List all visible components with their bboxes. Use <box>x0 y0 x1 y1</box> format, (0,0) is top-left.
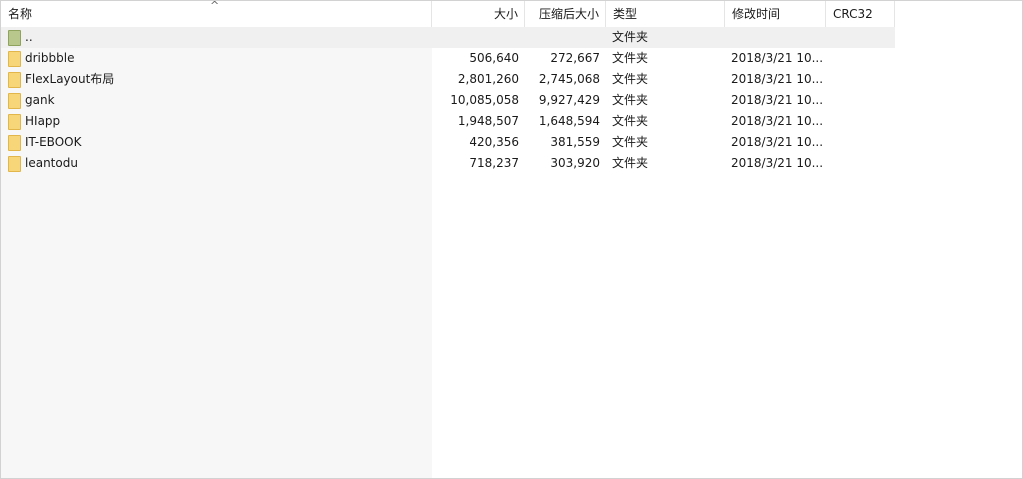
row-modified: 2018/3/21 10... <box>731 93 824 107</box>
row-name-cell: gank <box>1 90 432 111</box>
row-crc32 <box>826 111 895 132</box>
row-name-cell: FlexLayout布局 <box>1 69 432 90</box>
row-type: 文件夹 <box>612 156 649 170</box>
table-row[interactable]: dribbble 506,640 272,667 文件夹 2018/3/21 1… <box>1 48 895 69</box>
row-modified: 2018/3/21 10... <box>731 135 824 149</box>
row-size: 1,948,507 <box>457 114 519 128</box>
sort-ascending-icon: ^ <box>210 1 220 12</box>
row-name-cell: leantodu <box>1 153 432 174</box>
row-packed-size: 1,648,594 <box>538 114 600 128</box>
column-header-size[interactable]: 大小 <box>432 1 525 27</box>
table-row[interactable]: HIapp 1,948,507 1,648,594 文件夹 2018/3/21 … <box>1 111 895 132</box>
row-type: 文件夹 <box>612 30 649 44</box>
row-modified: 2018/3/21 10... <box>731 51 824 65</box>
column-header-type[interactable]: 类型 <box>606 1 725 27</box>
row-type: 文件夹 <box>612 93 649 107</box>
folder-icon <box>8 50 21 67</box>
file-list-panel: 名称 ^ 大小 压缩后大小 类型 修改时间 CRC32 .. 文件夹 dribb… <box>0 0 1023 479</box>
row-packed-size: 303,920 <box>550 156 600 170</box>
parent-folder-icon <box>8 29 21 46</box>
folder-icon <box>8 134 21 151</box>
row-modified <box>725 27 826 48</box>
column-header-packed-size[interactable]: 压缩后大小 <box>525 1 606 27</box>
row-crc32 <box>826 132 895 153</box>
file-list: .. 文件夹 dribbble 506,640 272,667 文件夹 2018… <box>1 27 895 174</box>
row-name: .. <box>25 30 33 44</box>
row-packed-size <box>525 27 606 48</box>
row-size <box>432 27 525 48</box>
row-size: 718,237 <box>469 156 519 170</box>
row-packed-size: 381,559 <box>550 135 600 149</box>
row-crc32 <box>826 69 895 90</box>
row-name: FlexLayout布局 <box>25 72 115 86</box>
row-name: IT-EBOOK <box>25 135 82 149</box>
row-crc32 <box>826 90 895 111</box>
folder-icon <box>8 155 21 172</box>
column-header-name-label: 名称 <box>8 7 33 21</box>
row-modified: 2018/3/21 10... <box>731 114 824 128</box>
row-name-cell: .. <box>1 27 432 48</box>
folder-icon <box>8 71 21 88</box>
row-size: 2,801,260 <box>457 72 519 86</box>
row-packed-size: 9,927,429 <box>538 93 600 107</box>
row-name-cell: IT-EBOOK <box>1 132 432 153</box>
row-name: gank <box>25 93 55 107</box>
column-header-modified[interactable]: 修改时间 <box>725 1 826 27</box>
table-row[interactable]: IT-EBOOK 420,356 381,559 文件夹 2018/3/21 1… <box>1 132 895 153</box>
row-crc32 <box>826 153 895 174</box>
row-name: HIapp <box>25 114 61 128</box>
column-header-bar: 名称 ^ 大小 压缩后大小 类型 修改时间 CRC32 <box>1 1 895 27</box>
folder-icon <box>8 92 21 109</box>
row-modified: 2018/3/21 10... <box>731 72 824 86</box>
row-packed-size: 2,745,068 <box>538 72 600 86</box>
row-name-cell: HIapp <box>1 111 432 132</box>
folder-icon <box>8 113 21 130</box>
row-name: dribbble <box>25 51 75 65</box>
row-crc32 <box>826 48 895 69</box>
parent-directory-row[interactable]: .. 文件夹 <box>1 27 895 48</box>
row-modified: 2018/3/21 10... <box>731 156 824 170</box>
table-row[interactable]: FlexLayout布局 2,801,260 2,745,068 文件夹 201… <box>1 69 895 90</box>
row-crc32 <box>826 27 895 48</box>
table-row[interactable]: leantodu 718,237 303,920 文件夹 2018/3/21 1… <box>1 153 895 174</box>
row-type: 文件夹 <box>612 51 649 65</box>
row-name-cell: dribbble <box>1 48 432 69</box>
row-type: 文件夹 <box>612 114 649 128</box>
table-row[interactable]: gank 10,085,058 9,927,429 文件夹 2018/3/21 … <box>1 90 895 111</box>
row-type: 文件夹 <box>612 135 649 149</box>
row-packed-size: 272,667 <box>550 51 600 65</box>
column-header-crc32[interactable]: CRC32 <box>826 1 895 27</box>
row-name: leantodu <box>25 156 78 170</box>
column-header-name[interactable]: 名称 ^ <box>1 1 432 27</box>
row-size: 506,640 <box>469 51 519 65</box>
row-size: 10,085,058 <box>450 93 519 107</box>
row-type: 文件夹 <box>612 72 649 86</box>
row-size: 420,356 <box>469 135 519 149</box>
